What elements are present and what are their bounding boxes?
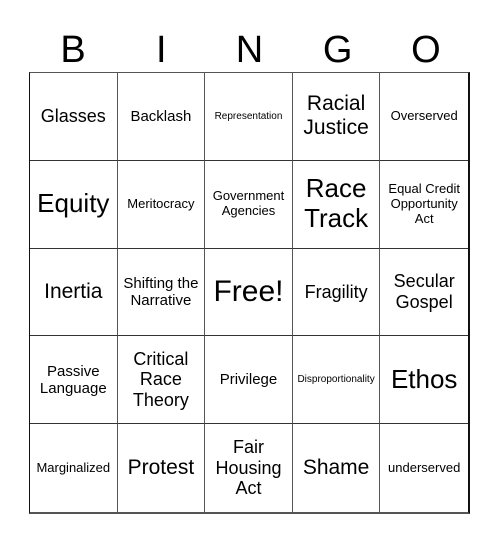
header-letter-i: I — [156, 29, 167, 71]
bingo-cell[interactable]: Shifting the Narrative — [117, 248, 206, 337]
bingo-cell[interactable]: Marginalized — [30, 424, 118, 512]
free-space[interactable]: Free! — [205, 248, 293, 337]
bingo-cell[interactable]: Disproportionality — [292, 336, 381, 425]
bingo-cell[interactable]: Inertia — [30, 248, 118, 337]
header-letter-o: O — [411, 29, 441, 71]
bingo-cell[interactable]: Glasses — [30, 73, 118, 161]
bingo-cell[interactable]: Equity — [30, 160, 118, 249]
bingo-cell[interactable]: Fair Housing Act — [205, 424, 293, 512]
header-letter-n: N — [235, 29, 264, 71]
bingo-cell[interactable]: Racial Justice — [292, 73, 381, 161]
bingo-cell[interactable]: Critical Race Theory — [117, 336, 206, 425]
bingo-cell[interactable]: Ethos — [380, 336, 468, 425]
header-letter-g: G — [322, 29, 353, 71]
bingo-grid: Glasses Backlash Representation Racial J… — [29, 72, 470, 514]
bingo-cell[interactable]: Meritocracy — [117, 160, 206, 249]
bingo-cell[interactable]: Backlash — [117, 73, 206, 161]
bingo-cell[interactable]: Equal Credit Opportunity Act — [380, 161, 468, 249]
bingo-cell[interactable]: Privilege — [205, 336, 293, 425]
bingo-cell[interactable]: Passive Language — [30, 336, 118, 425]
bingo-cell[interactable]: underserved — [380, 424, 468, 512]
bingo-cell[interactable]: Representation — [205, 73, 293, 161]
bingo-cell[interactable]: Government Agencies — [205, 160, 293, 249]
bingo-cell[interactable]: Protest — [118, 424, 206, 512]
bingo-cell[interactable]: Fragility — [292, 248, 381, 337]
bingo-cell[interactable]: Race Track — [292, 160, 381, 249]
bingo-cell[interactable]: Shame — [293, 424, 381, 512]
bingo-header: B I N G O — [29, 28, 470, 72]
bingo-cell[interactable]: Secular Gospel — [380, 249, 468, 337]
bingo-cell[interactable]: Overserved — [380, 73, 468, 161]
header-letter-b: B — [60, 29, 86, 71]
